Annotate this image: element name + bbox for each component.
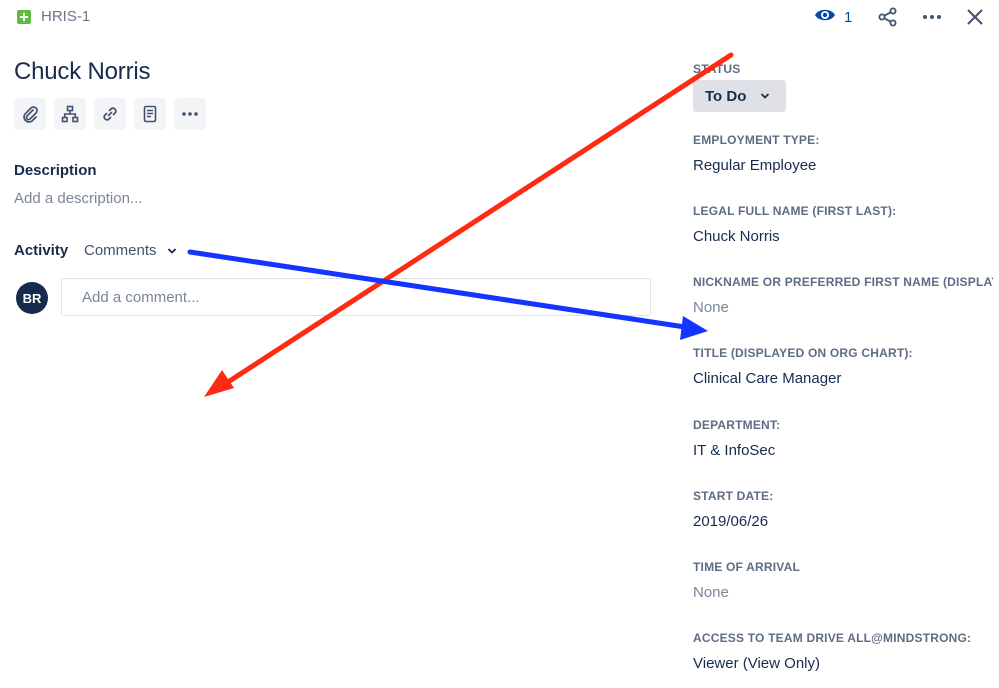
field-value[interactable]: None xyxy=(693,584,993,601)
field-label: TITLE (DISPLAYED ON ORG CHART): xyxy=(693,346,913,360)
field-label: LEGAL FULL NAME (FIRST LAST): xyxy=(693,204,897,218)
watch-button[interactable]: 1 xyxy=(814,6,852,28)
issue-key-link[interactable]: HRIS-1 xyxy=(41,8,90,25)
issue-toolbar xyxy=(14,98,206,130)
close-button[interactable] xyxy=(964,6,986,28)
chevron-down-icon xyxy=(167,247,176,254)
hierarchy-icon xyxy=(61,105,79,123)
field-label: ACCESS TO TEAM DRIVE ALL@MINDSTRONG: xyxy=(693,631,972,645)
field-value[interactable]: None xyxy=(693,299,993,316)
field-value[interactable]: 2019/06/26 xyxy=(693,513,993,530)
link-issue-button[interactable] xyxy=(94,98,126,130)
chevron-down-icon xyxy=(761,93,770,99)
toolbar-more-button[interactable] xyxy=(174,98,206,130)
status-field: STATUS To Do xyxy=(693,62,993,112)
field-label: EMPLOYMENT TYPE: xyxy=(693,133,820,147)
field-value[interactable]: Chuck Norris xyxy=(693,228,993,245)
more-icon xyxy=(923,15,941,19)
attachment-icon xyxy=(23,106,38,123)
field-label: NICKNAME OR PREFERRED FIRST NAME (DISPLA… xyxy=(693,275,993,289)
child-issue-button[interactable] xyxy=(54,98,86,130)
activity-heading: Activity xyxy=(14,242,69,259)
activity-filter-label: Comments xyxy=(84,242,157,259)
field-title: TITLE (DISPLAYED ON ORG CHART): Clinical… xyxy=(693,346,993,387)
description-field[interactable]: Add a description... xyxy=(14,190,142,207)
field-team-drive-access: ACCESS TO TEAM DRIVE ALL@MINDSTRONG: Vie… xyxy=(693,631,993,672)
field-label: START DATE: xyxy=(693,489,774,503)
field-legal-full-name: LEGAL FULL NAME (FIRST LAST): Chuck Norr… xyxy=(693,204,993,245)
page-icon xyxy=(143,105,157,123)
status-dropdown[interactable]: To Do xyxy=(693,80,786,112)
status-value: To Do xyxy=(705,87,747,105)
watch-count: 1 xyxy=(844,8,853,26)
field-department: DEPARTMENT: IT & InfoSec xyxy=(693,418,993,459)
field-nickname: NICKNAME OR PREFERRED FIRST NAME (DISPLA… xyxy=(693,275,993,316)
more-actions-button[interactable] xyxy=(921,6,943,28)
field-start-date: START DATE: 2019/06/26 xyxy=(693,489,993,530)
field-value[interactable]: Viewer (View Only) xyxy=(693,655,993,672)
field-label: TIME OF ARRIVAL xyxy=(693,560,800,574)
eye-icon xyxy=(814,6,836,29)
field-employment-type: EMPLOYMENT TYPE: Regular Employee xyxy=(693,133,993,174)
share-icon xyxy=(878,7,897,27)
close-icon xyxy=(967,9,983,25)
avatar[interactable]: BR xyxy=(16,282,48,314)
add-square-icon xyxy=(17,10,31,24)
activity-filter-dropdown[interactable]: Comments xyxy=(84,242,177,259)
field-value[interactable]: Clinical Care Manager xyxy=(693,370,993,387)
attach-button[interactable] xyxy=(14,98,46,130)
page-button[interactable] xyxy=(134,98,166,130)
issue-title[interactable]: Chuck Norris xyxy=(14,58,150,86)
share-button[interactable] xyxy=(877,6,899,28)
field-value[interactable]: Regular Employee xyxy=(693,157,993,174)
link-icon xyxy=(103,107,117,121)
field-time-of-arrival: TIME OF ARRIVAL None xyxy=(693,560,993,601)
comment-input[interactable]: Add a comment... xyxy=(61,278,651,316)
status-label: STATUS xyxy=(693,62,741,76)
red-arrow xyxy=(204,52,734,397)
description-heading: Description xyxy=(14,162,97,179)
field-label: DEPARTMENT: xyxy=(693,418,781,432)
more-icon xyxy=(182,112,198,116)
issue-header: HRIS-1 1 xyxy=(0,0,999,34)
field-value[interactable]: IT & InfoSec xyxy=(693,442,993,459)
